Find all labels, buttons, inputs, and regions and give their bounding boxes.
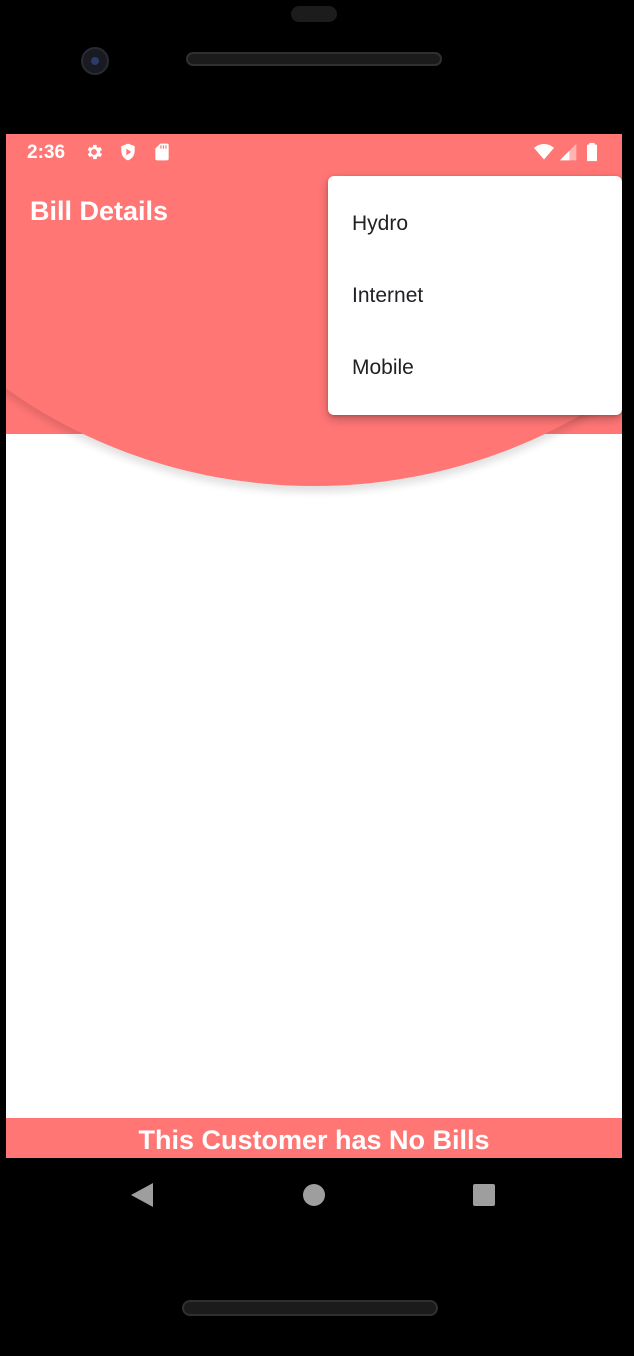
menu-item-mobile[interactable]: Mobile [328, 332, 622, 404]
front-camera [81, 47, 109, 75]
wifi-icon [534, 144, 554, 160]
recents-icon[interactable] [473, 1184, 495, 1206]
navigation-bar [0, 1158, 634, 1230]
gear-icon [87, 144, 103, 160]
no-bills-banner: This Customer has No Bills [6, 1118, 622, 1158]
signal-icon [559, 143, 577, 161]
sd-card-icon [155, 143, 169, 161]
menu-item-internet[interactable]: Internet [328, 260, 622, 332]
home-icon[interactable] [303, 1184, 325, 1206]
status-time: 2:36 [27, 142, 66, 163]
back-icon[interactable] [131, 1183, 153, 1207]
bottom-speaker [182, 1300, 438, 1316]
device-frame: 2:36 Bill Details Hydro Internet Mobile … [0, 0, 634, 1356]
shield-play-icon [121, 143, 135, 161]
status-bar: 2:36 [6, 134, 622, 170]
device-notch [291, 6, 337, 22]
earpiece-speaker [186, 52, 442, 66]
bill-type-menu: Hydro Internet Mobile [328, 176, 622, 415]
battery-icon [587, 142, 597, 162]
app-screen: 2:36 Bill Details Hydro Internet Mobile … [6, 134, 622, 1158]
page-title: Bill Details [30, 196, 169, 226]
menu-item-hydro[interactable]: Hydro [328, 188, 622, 260]
